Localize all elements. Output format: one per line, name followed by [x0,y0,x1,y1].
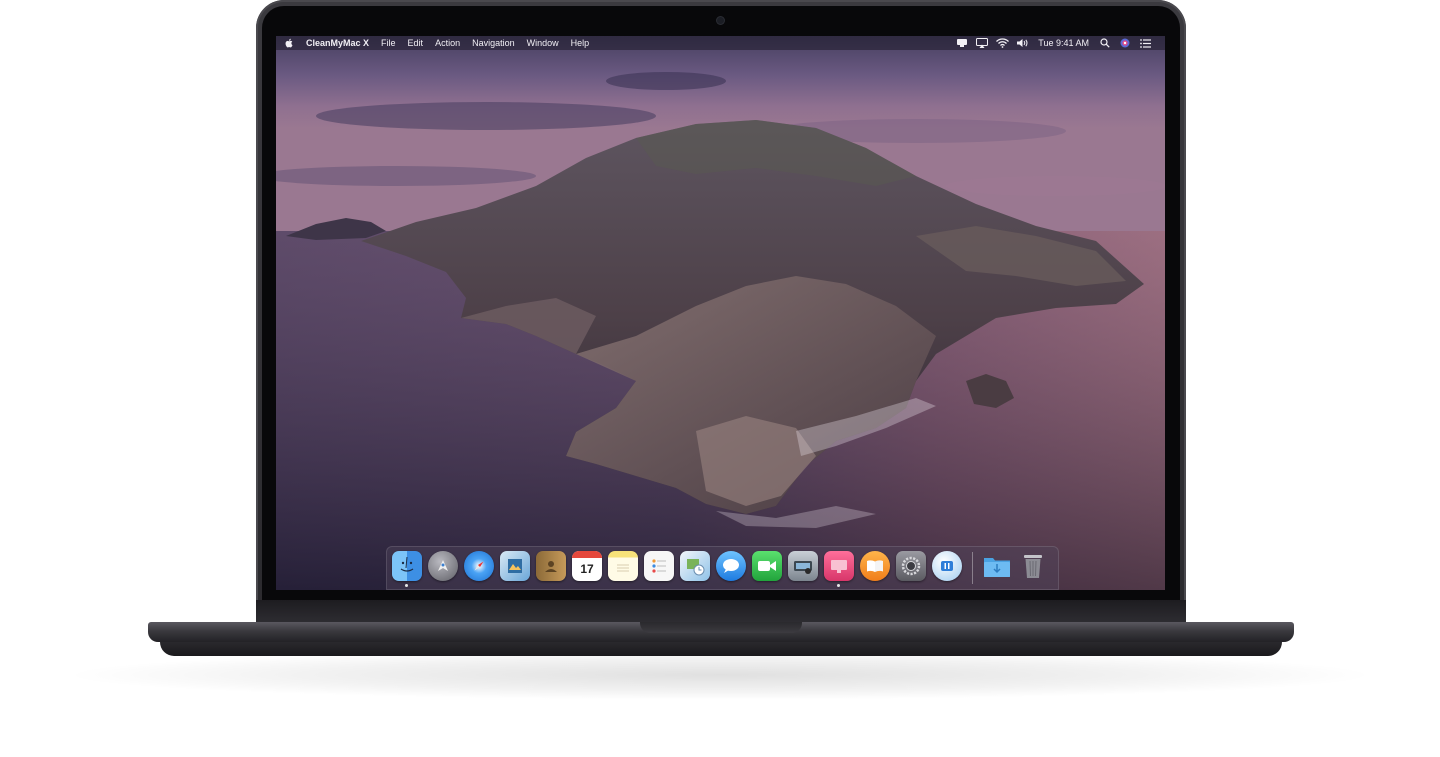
menu-bar-clock[interactable]: Tue 9:41 AM [1032,36,1095,50]
apple-logo-icon[interactable] [276,38,302,48]
screen-chin [256,600,1186,622]
reminders-icon[interactable] [644,551,674,581]
menu-bar-left: CleanMyMac X File Edit Action Navigation… [276,36,595,50]
notes-icon[interactable] [608,551,638,581]
system-preferences-icon[interactable] [896,551,926,581]
finder-running-indicator [405,584,408,587]
messages-icon[interactable] [716,551,746,581]
notification-center-icon[interactable] [1135,36,1155,50]
menu-app-name[interactable]: CleanMyMac X [302,36,375,50]
trash-icon[interactable] [1018,551,1048,581]
menu-bar: CleanMyMac X File Edit Action Navigation… [276,36,1165,50]
calendar-header [572,551,602,558]
webcam [717,17,724,24]
volume-icon[interactable] [1012,36,1032,50]
launchpad-icon[interactable] [428,551,458,581]
dock: 17 [386,546,1059,590]
menu-bar-right: Tue 9:41 AM [952,36,1165,50]
laptop-shadow [60,650,1380,700]
books-icon[interactable] [860,551,890,581]
image-capture-icon[interactable] [788,551,818,581]
downloads-folder-icon[interactable] [982,551,1012,581]
contacts-icon[interactable] [536,551,566,581]
cleanmymac-icon[interactable] [824,551,854,587]
lid-opening-notch [640,622,802,633]
desktop-screen: CleanMyMac X File Edit Action Navigation… [276,36,1165,590]
laptop-base-underside [160,642,1282,656]
calendar-date: 17 [580,562,594,576]
product-mockup: CleanMyMac X File Edit Action Navigation… [0,0,1440,757]
menu-file[interactable]: File [375,36,402,50]
safari-icon[interactable] [464,551,494,581]
photos-preview-icon[interactable] [680,551,710,581]
dock-divider [972,552,973,584]
cleanmymac-running-indicator [837,584,840,587]
menu-help[interactable]: Help [565,36,596,50]
airplay-icon[interactable] [972,36,992,50]
spotlight-search-icon[interactable] [1095,36,1115,50]
menu-window[interactable]: Window [521,36,565,50]
cleanmymac-menu-icon[interactable] [952,36,972,50]
preview-icon[interactable] [500,551,530,581]
menu-edit[interactable]: Edit [402,36,430,50]
calendar-icon[interactable]: 17 [572,551,602,581]
translator-icon[interactable] [932,551,962,581]
finder-icon[interactable] [392,551,422,587]
facetime-icon[interactable] [752,551,782,581]
menu-navigation[interactable]: Navigation [466,36,521,50]
siri-icon[interactable] [1115,36,1135,50]
wallpaper-island [276,36,1165,590]
menu-action[interactable]: Action [429,36,466,50]
wifi-icon[interactable] [992,36,1012,50]
